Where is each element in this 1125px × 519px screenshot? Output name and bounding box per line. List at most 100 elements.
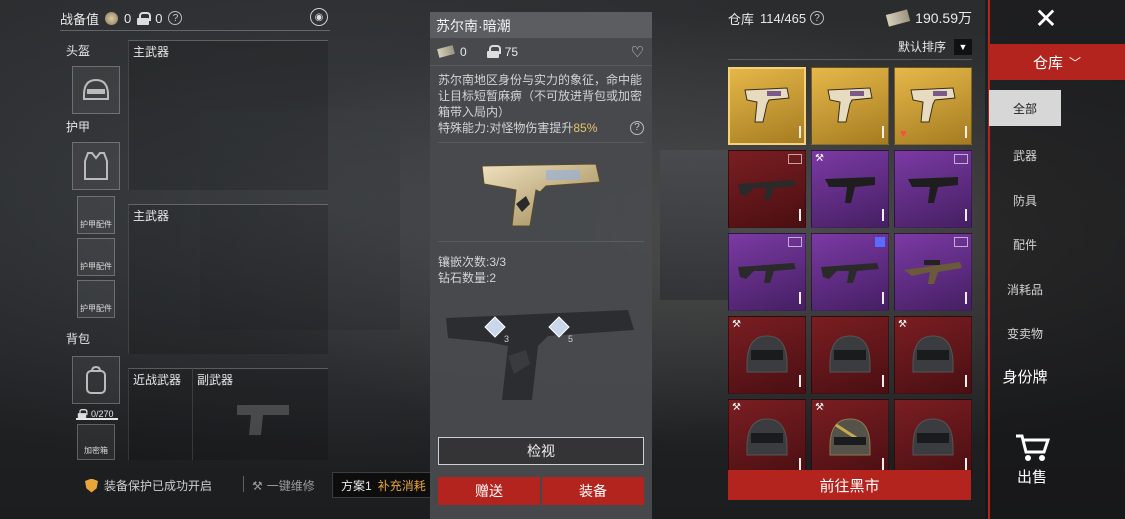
armor-attachment-slot[interactable]: 护甲配件 <box>77 280 115 318</box>
inventory-item[interactable]: ⚒ <box>728 399 806 477</box>
sidebar-item-sellables[interactable]: 变卖物 <box>989 325 1061 342</box>
slot-grid-icon <box>954 237 968 247</box>
inventory-item[interactable] <box>728 233 806 311</box>
repair-needed-icon: ⚒ <box>732 402 741 413</box>
repair-needed-icon: ⚒ <box>815 153 824 164</box>
equip-button[interactable]: 装备 <box>542 477 644 505</box>
close-icon[interactable]: ✕ <box>1032 3 1060 34</box>
inventory-item[interactable] <box>728 67 806 145</box>
inventory-label: 仓库 <box>728 11 755 27</box>
helmet-icon <box>741 330 793 381</box>
backpack-label: 背包 <box>66 332 91 346</box>
diamond-count: 钻石数量:2 <box>438 271 497 285</box>
durability-bar <box>882 126 884 138</box>
backpack-slot[interactable] <box>72 356 120 404</box>
plan-label: 方案1 <box>341 478 372 493</box>
sidebar-item-weapons[interactable]: 武器 <box>989 147 1061 164</box>
armor-attachment-label: 护甲配件 <box>80 220 112 229</box>
pistol-silhouette-icon <box>237 405 289 435</box>
inventory-item[interactable] <box>811 316 889 394</box>
ability-text: 特殊能力:对怪物伤害提升85% <box>438 120 597 136</box>
durability-bar <box>799 126 801 138</box>
durability-bar <box>882 375 884 387</box>
inventory-item[interactable] <box>728 150 806 228</box>
armor-attachment-slot[interactable]: 护甲配件 <box>77 238 115 276</box>
primary-weapon-label: 主武器 <box>133 209 170 223</box>
smg-icon <box>821 167 879 212</box>
diamond-icon <box>484 316 506 338</box>
black-market-button[interactable]: 前往黑市 <box>728 470 971 500</box>
diamond-icon <box>548 316 570 338</box>
repair-all-button[interactable]: ⚒ 一键维修 <box>252 477 315 494</box>
readiness-title: 战备值 <box>60 11 100 27</box>
helmet-gold-icon <box>824 413 876 464</box>
pistol-icon <box>741 82 793 131</box>
gem-slots-preview: 3 5 <box>438 290 644 410</box>
sell-button[interactable]: 出售 <box>1010 432 1054 487</box>
inventory-item[interactable] <box>894 399 972 477</box>
armor-label: 护甲 <box>66 120 91 134</box>
golden-pistol-icon <box>481 163 601 227</box>
sidebar-item-all[interactable]: 全部 <box>989 90 1061 126</box>
background-machine <box>660 150 730 300</box>
durability-bar <box>799 292 801 304</box>
durability-bar <box>965 209 967 221</box>
plan-selector[interactable]: 方案1 补充消耗 <box>332 472 432 498</box>
inventory-item[interactable]: ⚒ <box>894 316 972 394</box>
encrypted-box-slot[interactable]: 加密箱 <box>77 424 115 460</box>
sidebar-item-armor[interactable]: 防具 <box>989 192 1061 209</box>
sidebar-item-consumables[interactable]: 消耗品 <box>989 281 1061 298</box>
inventory-item[interactable] <box>811 67 889 145</box>
sidebar-item-attachments[interactable]: 配件 <box>989 236 1061 253</box>
slot-grid-icon <box>788 237 802 247</box>
supply-label[interactable]: 补充消耗 <box>378 477 426 494</box>
armor-attachment-slot[interactable]: 护甲配件 <box>77 196 115 234</box>
melee-weapon-slot[interactable]: 近战武器 <box>128 368 192 460</box>
favorite-heart-icon[interactable]: ♡ <box>631 43 644 61</box>
lock-icon <box>486 45 501 58</box>
repair-needed-icon: ⚒ <box>732 319 741 330</box>
cash-stack-icon <box>885 9 911 27</box>
inventory-item[interactable] <box>894 233 972 311</box>
helmet-icon <box>741 413 793 464</box>
sidebar-item-id-tags[interactable]: 身份牌 <box>989 366 1061 387</box>
gift-button[interactable]: 赠送 <box>438 477 540 505</box>
description-text: 苏尔南地区身份与实力的象征，命中能让目标短暂麻痹（不可放进背包或加密箱带入局内） <box>438 73 643 119</box>
inventory-item[interactable] <box>894 150 972 228</box>
durability-bar <box>882 209 884 221</box>
secondary-weapon-slot[interactable]: 副武器 <box>192 368 328 460</box>
sort-dropdown[interactable]: 默认排序 ▼ <box>728 34 972 60</box>
inventory-item[interactable]: ⚒ <box>728 316 806 394</box>
helmet-icon <box>83 78 109 100</box>
inventory-item[interactable]: ⚒ <box>811 150 889 228</box>
primary-weapon-slot-2[interactable]: 主武器 <box>128 204 328 354</box>
primary-weapon-slot-1[interactable]: 主武器 <box>128 40 328 190</box>
inspect-button[interactable]: 检视 <box>438 437 644 465</box>
help-icon[interactable]: ? <box>810 11 825 25</box>
help-icon[interactable]: ? <box>168 11 183 25</box>
divider <box>243 476 244 492</box>
armor-slot[interactable] <box>72 142 120 190</box>
ability-value: 85% <box>573 121 598 135</box>
item-stats: 0 75 ♡ <box>430 38 652 66</box>
inventory-count: 114/465 <box>760 10 807 26</box>
eye-icon[interactable]: ◉ <box>310 8 328 26</box>
gem-count: 5 <box>568 334 574 344</box>
inventory-item[interactable] <box>811 233 889 311</box>
durability-bar <box>882 458 884 470</box>
vest-icon <box>84 152 108 180</box>
coin-icon <box>105 11 119 25</box>
secondary-weapon-label: 副武器 <box>197 373 234 387</box>
inventory-item[interactable]: ⚒ <box>811 399 889 477</box>
chevron-down-icon: ▼ <box>954 38 972 55</box>
shield-icon <box>85 478 98 493</box>
help-icon[interactable]: ? <box>630 121 644 135</box>
inventory-item[interactable]: ♥ <box>894 67 972 145</box>
divider <box>60 30 330 31</box>
helmet-slot[interactable] <box>72 66 120 114</box>
item-detail-card: 苏尔南·暗潮 0 75 ♡ 苏尔南地区身份与实力的象征，命中能让目标短暂麻痹（不… <box>430 12 652 519</box>
coin-value: 0 <box>124 10 132 26</box>
combat-readiness-bar: 战备值 0 0 ? <box>60 8 183 28</box>
warehouse-tab[interactable]: 仓库 ﹀ <box>989 44 1125 80</box>
money: 190.59万 <box>885 8 972 28</box>
